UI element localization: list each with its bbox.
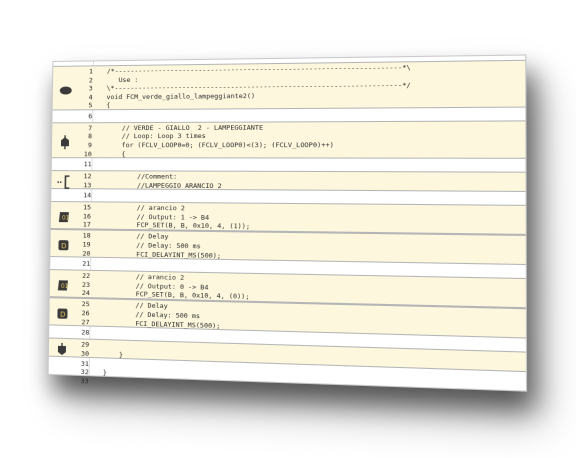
code-text: {: [105, 149, 126, 158]
code-block[interactable]: 7 // VERDE - GIALLO 2 - LAMPEGGIANTE 8 //…: [51, 120, 526, 160]
code-text: // Delay: [104, 232, 169, 242]
line-number: 20: [82, 249, 91, 258]
line-number: 21: [82, 259, 91, 268]
code-text: // arancio 2: [105, 203, 185, 213]
code-text: }: [103, 349, 124, 359]
code-text: // VERDE - GIALLO 2 - LAMPEGGIANTE: [106, 123, 264, 132]
line-number: 8: [87, 132, 93, 141]
code-block: 11: [52, 159, 526, 171]
line-number: 31: [80, 359, 89, 368]
code-text: FCI_DELAYINT_MS(500);: [104, 249, 222, 260]
code-view-panel: 1/*-------------------------------------…: [47, 54, 528, 392]
line-number: 2: [88, 75, 93, 84]
code-text: //Comment:: [105, 172, 178, 181]
line-number: 18: [82, 231, 91, 240]
code-text: for (FCLV_LOOP0=0; (FCLV_LOOP0)<(3); (FC…: [105, 140, 334, 150]
line-number: 11: [83, 160, 92, 169]
code-text: void FCM_verde_giallo_lampeggiante2(): [106, 91, 256, 101]
line-number: 28: [81, 328, 90, 337]
line-number: 25: [81, 300, 90, 309]
code-line: 7 // VERDE - GIALLO 2 - LAMPEGGIANTE: [52, 122, 525, 132]
line-number: 24: [81, 289, 90, 298]
code-text: // Output: 1 -> B4: [104, 212, 210, 222]
line-number: 30: [81, 349, 90, 358]
line-number: 23: [82, 280, 90, 289]
code-text: FCP_SET(B, B, 0x10, 4, (1));: [104, 220, 251, 231]
line-number: 29: [81, 340, 90, 349]
line-number: 19: [82, 240, 91, 249]
line-number: 10: [83, 149, 92, 158]
line-number: 33: [80, 376, 89, 386]
line-number: 32: [80, 368, 89, 377]
line-number: 6: [88, 111, 93, 120]
line-number: 3: [88, 84, 93, 93]
line-number: 5: [88, 101, 93, 110]
line-number: 13: [83, 180, 92, 189]
line-number: 4: [88, 93, 93, 102]
code-line: 8 // Loop: Loop 3 times: [52, 131, 525, 140]
line-number: 14: [83, 191, 92, 200]
line-number: 7: [88, 124, 93, 133]
code-text: {: [106, 101, 111, 110]
code-line: 11: [52, 160, 526, 169]
code-blocks: 1/*-------------------------------------…: [48, 56, 526, 385]
code-block[interactable]: 12 //Comment: 13 //LAMPEGGIO ARANCIO 2: [51, 170, 526, 193]
line-number: 26: [81, 309, 90, 318]
line-number: 9: [87, 141, 92, 150]
code-text: }: [102, 368, 107, 378]
line-number: 27: [81, 317, 90, 327]
line-number: 12: [83, 172, 92, 181]
line-number: 15: [83, 203, 92, 212]
code-block[interactable]: 1/*-------------------------------------…: [52, 59, 526, 111]
code-line: 10 {: [52, 150, 526, 159]
code-line: 9 for (FCLV_LOOP0=0; (FCLV_LOOP0)<(3); (…: [52, 141, 525, 150]
code-text: // Loop: Loop 3 times: [105, 132, 206, 141]
line-number: 16: [82, 211, 91, 221]
line-number: 17: [82, 220, 91, 229]
line-number: 1: [88, 67, 93, 76]
code-line: 6: [52, 109, 525, 120]
code-text: //LAMPEGGIO ARANCIO 2: [105, 180, 222, 190]
line-number: 22: [82, 271, 91, 280]
screenshot-stage: 1/*-------------------------------------…: [0, 0, 576, 458]
code-text: Use :: [106, 75, 139, 84]
